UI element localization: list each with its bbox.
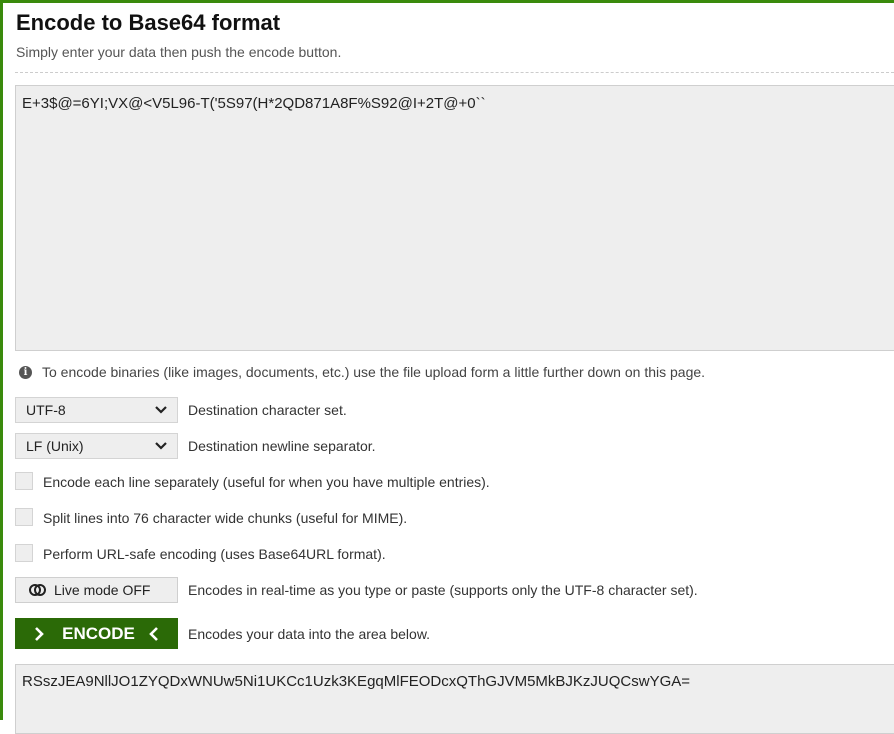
toggle-off-icon (29, 584, 46, 596)
url-safe-checkbox[interactable] (15, 544, 33, 562)
split-lines-label: Split lines into 76 character wide chunk… (43, 510, 408, 526)
page-frame-top (0, 0, 894, 3)
live-mode-button-label: Live mode OFF (54, 582, 151, 598)
encode-description: Encodes your data into the area below. (188, 626, 431, 642)
page-title: Encode to Base64 format (16, 10, 281, 35)
newline-label: Destination newline separator. (188, 438, 376, 454)
input-textarea[interactable]: E+3$@=6YI;VX@<V5L96-T('5S97(H*2QD871A8F%… (15, 85, 894, 351)
info-icon: i (19, 365, 32, 379)
newline-select-value: LF (Unix) (26, 438, 84, 454)
info-text: To encode binaries (like images, documen… (42, 364, 706, 380)
encode-button-label: ENCODE (62, 623, 135, 643)
chevron-right-icon (35, 626, 44, 641)
page-subtitle: Simply enter your data then push the enc… (16, 44, 342, 60)
charset-label: Destination character set. (188, 402, 347, 418)
chevron-down-icon (155, 442, 167, 450)
encode-button[interactable]: ENCODE (15, 618, 178, 649)
chevron-left-icon (149, 626, 158, 641)
live-mode-description: Encodes in real-time as you type or past… (188, 582, 698, 598)
each-line-label: Encode each line separately (useful for … (43, 474, 490, 490)
charset-select[interactable]: UTF-8 (15, 397, 178, 423)
output-textarea[interactable]: RSszJEA9NllJO1ZYQDxWNUw5Ni1UKCc1Uzk3KEgq… (15, 664, 894, 734)
header-divider (15, 72, 894, 73)
each-line-checkbox[interactable] (15, 472, 33, 490)
page-frame-left (0, 0, 3, 720)
chevron-down-icon (155, 406, 167, 414)
info-note: i To encode binaries (like images, docum… (19, 363, 705, 381)
charset-select-value: UTF-8 (26, 402, 66, 418)
split-lines-checkbox[interactable] (15, 508, 33, 526)
live-mode-button[interactable]: Live mode OFF (15, 577, 178, 603)
url-safe-label: Perform URL-safe encoding (uses Base64UR… (43, 546, 386, 562)
newline-select[interactable]: LF (Unix) (15, 433, 178, 459)
